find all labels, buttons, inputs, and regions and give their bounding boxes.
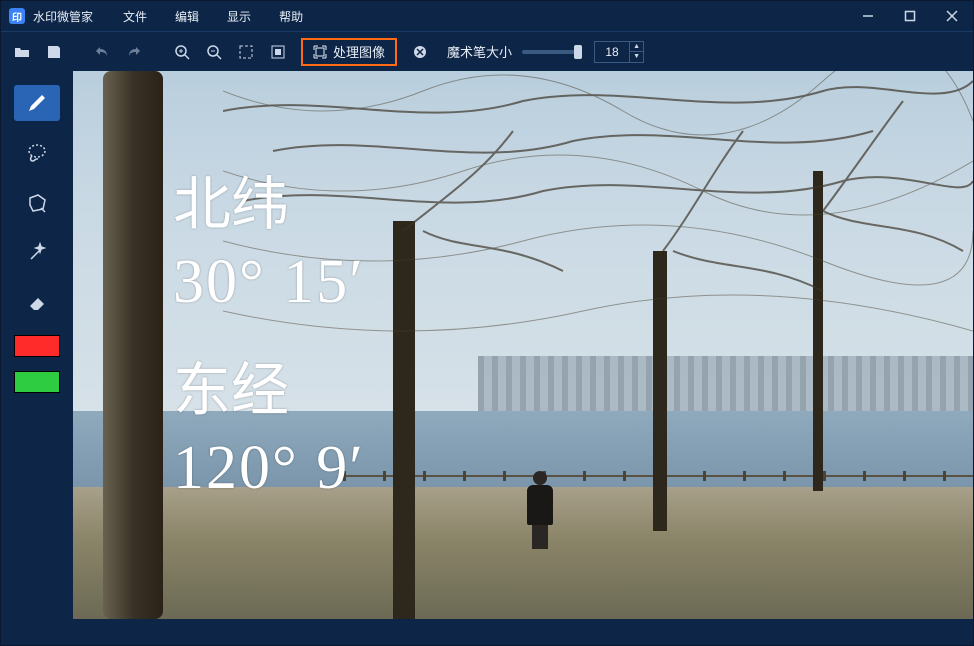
app-logo-icon: 印 xyxy=(9,8,25,24)
spinner-up[interactable]: ▲ xyxy=(630,42,643,52)
eraser-icon xyxy=(26,292,48,314)
menu-file[interactable]: 文件 xyxy=(109,1,161,31)
tool-eraser[interactable] xyxy=(14,285,60,321)
close-icon xyxy=(946,10,958,22)
color-swatch-red[interactable] xyxy=(14,335,60,357)
tool-sidebar xyxy=(1,71,73,645)
edited-image: 北纬 30° 15′ 东经 120° 9′ xyxy=(73,71,973,619)
minimize-icon xyxy=(862,10,874,22)
process-image-label: 处理图像 xyxy=(333,42,385,61)
watermark-lon-label: 东经 xyxy=(173,343,289,427)
redo-icon xyxy=(126,44,142,60)
undo-icon xyxy=(94,44,110,60)
zoom-out-icon xyxy=(206,44,222,60)
menu-view[interactable]: 显示 xyxy=(213,1,265,31)
folder-open-icon xyxy=(14,44,30,60)
cancel-icon xyxy=(412,44,428,60)
zoom-out-button[interactable] xyxy=(199,37,229,67)
brush-size-label: 魔术笔大小 xyxy=(447,42,512,61)
zoom-in-button[interactable] xyxy=(167,37,197,67)
zoom-in-icon xyxy=(174,44,190,60)
open-button[interactable] xyxy=(7,37,37,67)
fit-icon xyxy=(238,44,254,60)
spinner-down[interactable]: ▼ xyxy=(630,52,643,62)
tool-magic-wand[interactable] xyxy=(14,235,60,271)
process-image-button[interactable]: 处理图像 xyxy=(301,38,397,66)
menu-help[interactable]: 帮助 xyxy=(265,1,317,31)
tool-pencil[interactable] xyxy=(14,85,60,121)
toolbar: 处理图像 魔术笔大小 ▲ ▼ xyxy=(1,31,973,71)
watermark-lat-value: 30° 15′ xyxy=(173,247,365,318)
person-figure xyxy=(523,471,557,549)
tool-lasso[interactable] xyxy=(14,135,60,171)
close-button[interactable] xyxy=(931,1,973,31)
watermark-lat-label: 北纬 xyxy=(173,157,289,241)
magic-wand-icon xyxy=(26,242,48,264)
cancel-button[interactable] xyxy=(405,37,435,67)
maximize-icon xyxy=(904,10,916,22)
undo-button[interactable] xyxy=(87,37,117,67)
color-swatch-green[interactable] xyxy=(14,371,60,393)
pencil-icon xyxy=(26,92,48,114)
menu-edit[interactable]: 编辑 xyxy=(161,1,213,31)
lasso-icon xyxy=(26,142,48,164)
brush-size-spinner[interactable]: ▲ ▼ xyxy=(594,41,644,63)
canvas-area[interactable]: 北纬 30° 15′ 东经 120° 9′ xyxy=(73,71,973,645)
redo-button[interactable] xyxy=(119,37,149,67)
process-icon xyxy=(313,45,327,59)
app-title: 水印微管家 xyxy=(33,8,93,25)
actual-size-button[interactable] xyxy=(263,37,293,67)
minimize-button[interactable] xyxy=(847,1,889,31)
tool-polygon[interactable] xyxy=(14,185,60,221)
actual-size-icon xyxy=(270,44,286,60)
fit-screen-button[interactable] xyxy=(231,37,261,67)
brush-size-input[interactable] xyxy=(595,42,629,62)
save-button[interactable] xyxy=(39,37,69,67)
save-icon xyxy=(46,44,62,60)
maximize-button[interactable] xyxy=(889,1,931,31)
titlebar: 印 水印微管家 文件 编辑 显示 帮助 xyxy=(1,1,973,31)
brush-size-slider[interactable] xyxy=(522,50,582,54)
main-area: 北纬 30° 15′ 东经 120° 9′ xyxy=(1,71,973,645)
polygon-icon xyxy=(26,192,48,214)
watermark-lon-value: 120° 9′ xyxy=(173,433,365,504)
